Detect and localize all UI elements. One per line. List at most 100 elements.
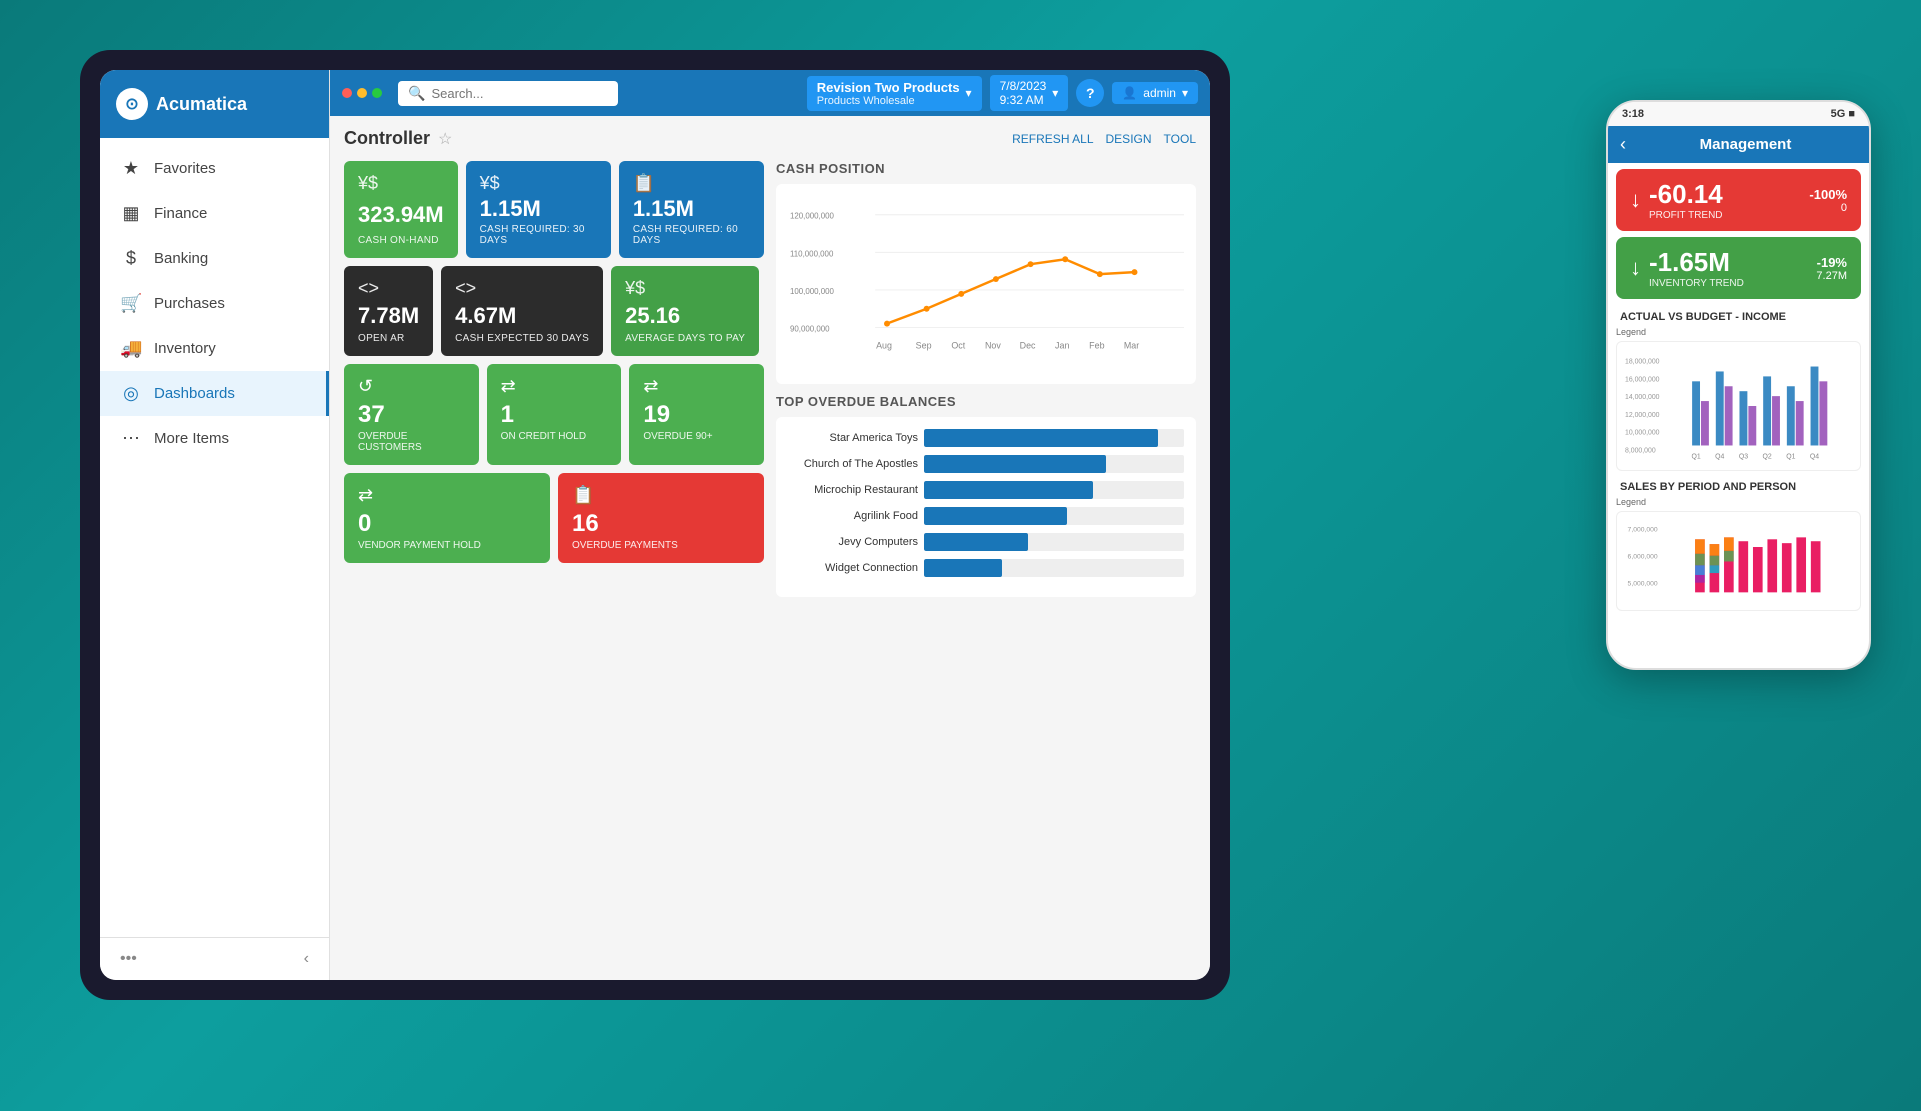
income-chart-svg: 18,000,000 16,000,000 14,000,000 12,000,… bbox=[1625, 350, 1852, 462]
profit-arrow-icon: ↓ bbox=[1630, 187, 1641, 213]
overdue-payments-card[interactable]: 📋 16 OVERDUE PAYMENTS bbox=[558, 473, 764, 563]
user-name: admin bbox=[1143, 86, 1176, 100]
banking-icon: $ bbox=[120, 248, 142, 269]
mobile-inventory-left: ↓ -1.65M INVENTORY TREND bbox=[1630, 247, 1744, 289]
sidebar-bottom[interactable]: ••• ‹ bbox=[100, 937, 329, 980]
mobile-chart2-title: SALES BY PERIOD AND PERSON bbox=[1608, 475, 1869, 495]
cash-required-30-card[interactable]: ¥$ 1.15M CASH REQUIRED: 30 DAYS bbox=[466, 161, 611, 258]
overdue-section-title: TOP OVERDUE BALANCES bbox=[776, 394, 1196, 409]
svg-text:12,000,000: 12,000,000 bbox=[1625, 412, 1660, 419]
sidebar-item-label: Purchases bbox=[154, 295, 225, 312]
cash-position-title: CASH POSITION bbox=[776, 161, 1196, 176]
overdue-bar-wrap bbox=[924, 507, 1184, 525]
sidebar-item-inventory[interactable]: 🚚 Inventory bbox=[100, 326, 329, 371]
time-value: 9:32 AM bbox=[1000, 93, 1047, 107]
bottom-metrics-row: ↺ 37 OVERDUE CUSTOMERS ⇄ 1 ON CREDIT HOL… bbox=[344, 364, 764, 465]
mobile-chart1-title: ACTUAL VS BUDGET - INCOME bbox=[1608, 305, 1869, 325]
mobile-profit-right: -100% 0 bbox=[1809, 187, 1847, 214]
top-metrics-row: ¥$ 323.94M CASH ON-HAND ¥$ 1.15M CASH RE… bbox=[344, 161, 764, 258]
sidebar-item-banking[interactable]: $ Banking bbox=[100, 236, 329, 281]
mobile-chart1: 18,000,000 16,000,000 14,000,000 12,000,… bbox=[1616, 341, 1861, 471]
cash-position-chart: 120,000,000 110,000,000 100,000,000 90,0… bbox=[776, 184, 1196, 384]
overdue-name: Agrilink Food bbox=[788, 510, 918, 522]
favorite-star-icon[interactable]: ☆ bbox=[438, 129, 452, 149]
cash-expected-card[interactable]: <> 4.67M CASH EXPECTED 30 DAYS bbox=[441, 266, 603, 356]
company-sub: Products Wholesale bbox=[817, 95, 960, 107]
overdue-row: Widget Connection bbox=[788, 559, 1184, 577]
cash-required-60-card[interactable]: 📋 1.15M CASH REQUIRED: 60 DAYS bbox=[619, 161, 764, 258]
mobile-time: 3:18 bbox=[1622, 108, 1644, 120]
payments-value: 16 bbox=[572, 510, 750, 538]
mobile-profit-card[interactable]: ↓ -60.14 PROFIT TREND -100% 0 bbox=[1616, 169, 1861, 231]
mobile-inventory-card[interactable]: ↓ -1.65M INVENTORY TREND -19% 7.27M bbox=[1616, 237, 1861, 299]
sidebar-item-label: Favorites bbox=[154, 160, 216, 177]
profit-sub: 0 bbox=[1809, 202, 1847, 214]
svg-text:120,000,000: 120,000,000 bbox=[790, 212, 835, 221]
topbar-user[interactable]: 👤 admin ▾ bbox=[1112, 82, 1198, 104]
svg-text:10,000,000: 10,000,000 bbox=[1625, 430, 1660, 437]
dashboards-icon: ◎ bbox=[120, 383, 142, 404]
overdue-name: Star America Toys bbox=[788, 432, 918, 444]
overdue-name: Church of The Apostles bbox=[788, 458, 918, 470]
search-icon: 🔍 bbox=[408, 85, 425, 102]
search-input[interactable] bbox=[431, 86, 608, 101]
sidebar-item-more[interactable]: ⋯ More Items bbox=[100, 416, 329, 461]
inventory-value: -1.65M bbox=[1649, 247, 1744, 278]
laptop-screen: ⊙ Acumatica ★ Favorites ▦ Finance $ Bank… bbox=[100, 70, 1210, 980]
mobile-chart2-legend: Legend bbox=[1608, 495, 1869, 507]
help-button[interactable]: ? bbox=[1076, 79, 1104, 107]
avg-days-card[interactable]: ¥$ 25.16 AVERAGE DAYS TO PAY bbox=[611, 266, 759, 356]
overdue-container: Star America Toys Church of The Apostles bbox=[776, 417, 1196, 597]
overdue-bar bbox=[924, 429, 1158, 447]
ar-label: OPEN AR bbox=[358, 333, 419, 344]
sidebar-dots: ••• bbox=[120, 950, 137, 968]
maximize-dot[interactable] bbox=[372, 88, 382, 98]
topbar-company[interactable]: Revision Two Products Products Wholesale… bbox=[807, 76, 982, 111]
credit-hold-card[interactable]: ⇄ 1 ON CREDIT HOLD bbox=[487, 364, 622, 465]
inventory-label: INVENTORY TREND bbox=[1649, 278, 1744, 289]
mobile-title: Management bbox=[1634, 136, 1857, 153]
overdue-bar-wrap bbox=[924, 429, 1184, 447]
sidebar-item-finance[interactable]: ▦ Finance bbox=[100, 191, 329, 236]
mobile-back-button[interactable]: ‹ bbox=[1620, 134, 1626, 155]
design-button[interactable]: DESIGN bbox=[1106, 132, 1152, 146]
topbar-date[interactable]: 7/8/2023 9:32 AM ▾ bbox=[990, 75, 1069, 111]
sidebar-item-dashboards[interactable]: ◎ Dashboards bbox=[100, 371, 329, 416]
date-value: 7/8/2023 bbox=[1000, 79, 1047, 93]
cash-on-hand-card[interactable]: ¥$ 323.94M CASH ON-HAND bbox=[344, 161, 458, 258]
search-box[interactable]: 🔍 bbox=[398, 81, 618, 106]
sidebar-item-purchases[interactable]: 🛒 Purchases bbox=[100, 281, 329, 326]
cash-30-value: 1.15M bbox=[480, 198, 597, 220]
mobile-chart1-legend: Legend bbox=[1608, 325, 1869, 337]
overdue-row: Church of The Apostles bbox=[788, 455, 1184, 473]
vendor-icon: ⇄ bbox=[358, 485, 536, 506]
vendor-hold-card[interactable]: ⇄ 0 VENDOR PAYMENT HOLD bbox=[344, 473, 550, 563]
mobile-frame: 3:18 5G ■ ‹ Management ↓ -60.14 PROFIT T… bbox=[1606, 100, 1871, 670]
page-title: Controller bbox=[344, 128, 430, 149]
sidebar-item-favorites[interactable]: ★ Favorites bbox=[100, 146, 329, 191]
svg-text:Q1: Q1 bbox=[1691, 453, 1700, 460]
sidebar-item-label: Dashboards bbox=[154, 385, 235, 402]
payments-label: OVERDUE PAYMENTS bbox=[572, 540, 750, 551]
svg-text:14,000,000: 14,000,000 bbox=[1625, 394, 1660, 401]
minimize-dot[interactable] bbox=[357, 88, 367, 98]
tools-button[interactable]: TOOL bbox=[1164, 132, 1196, 146]
mobile-chart2: 7,000,000 6,000,000 5,000,000 bbox=[1616, 511, 1861, 611]
overdue-customers-card[interactable]: ↺ 37 OVERDUE CUSTOMERS bbox=[344, 364, 479, 465]
close-dot[interactable] bbox=[342, 88, 352, 98]
open-ar-card[interactable]: <> 7.78M OPEN AR bbox=[344, 266, 433, 356]
logo-icon: ⊙ bbox=[116, 88, 148, 120]
overdue90-icon: ⇄ bbox=[643, 376, 750, 397]
svg-text:100,000,000: 100,000,000 bbox=[790, 287, 835, 296]
refresh-all-button[interactable]: REFRESH ALL bbox=[1012, 132, 1093, 146]
more-items-icon: ⋯ bbox=[120, 428, 142, 449]
svg-text:Jan: Jan bbox=[1055, 340, 1069, 350]
window-controls bbox=[342, 88, 382, 98]
overdue-row: Microchip Restaurant bbox=[788, 481, 1184, 499]
overdue-label: OVERDUE CUSTOMERS bbox=[358, 431, 465, 453]
vendor-label: VENDOR PAYMENT HOLD bbox=[358, 540, 536, 551]
overdue-90-card[interactable]: ⇄ 19 OVERDUE 90+ bbox=[629, 364, 764, 465]
overdue-bar bbox=[924, 507, 1067, 525]
sidebar-item-label: Inventory bbox=[154, 340, 216, 357]
inventory-arrow-icon: ↓ bbox=[1630, 255, 1641, 281]
